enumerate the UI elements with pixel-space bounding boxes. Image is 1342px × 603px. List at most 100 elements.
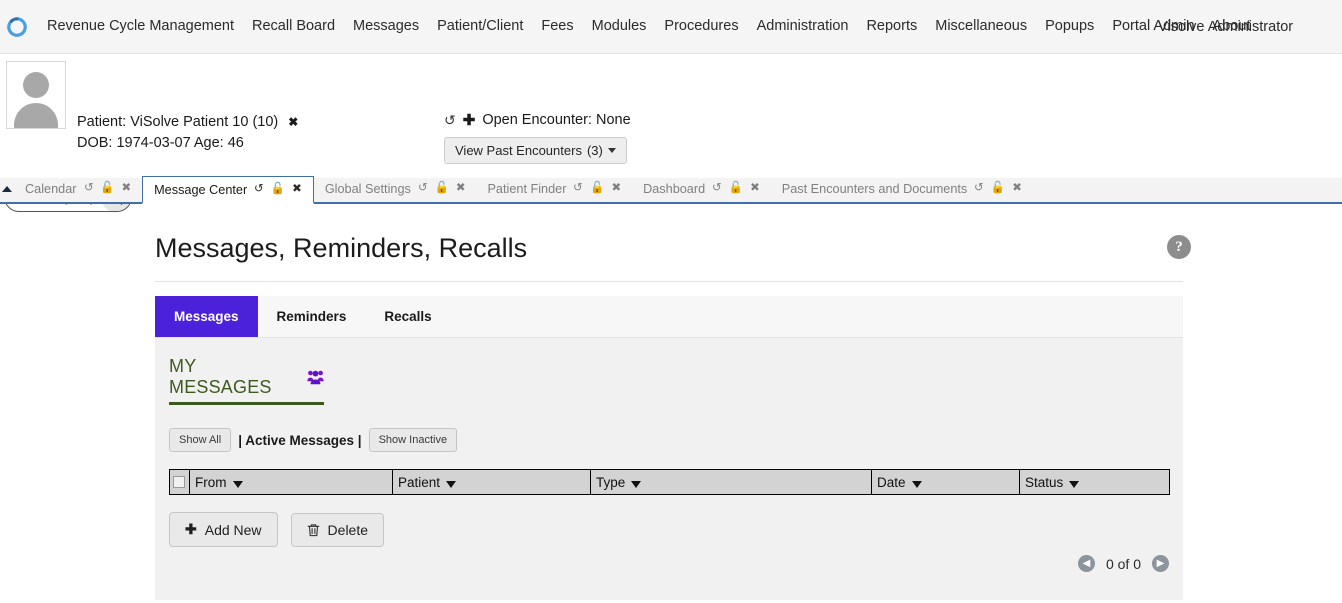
refresh-icon[interactable]: ↻ [254,183,264,196]
close-x-icon[interactable]: ✖ [1012,183,1022,195]
unlocked-padlock-icon[interactable]: 🔓 [100,183,114,195]
page-content: Messages, Reminders, Recalls ? Messages … [0,204,1342,600]
users-group-icon[interactable] [307,370,324,385]
nav-link-recall-board[interactable]: Recall Board [243,19,344,34]
window-tab-patient-finder[interactable]: Patient Finder ↻ 🔓 ✖ [476,176,632,202]
refresh-icon[interactable]: ↻ [418,182,428,195]
view-past-encounters-label: View Past Encounters [455,143,582,158]
view-past-encounters-button[interactable]: View Past Encounters (3) [444,137,627,164]
column-label: Date [877,474,906,490]
plus-icon[interactable]: ✚ [463,111,476,129]
show-inactive-button[interactable]: Show Inactive [368,428,458,452]
refresh-icon[interactable]: ↻ [712,182,722,195]
nav-link-reports[interactable]: Reports [857,19,926,34]
plus-icon: ✚ [185,521,197,537]
patient-info: Patient: ViSolve Patient 10 (10) ✖ DOB: … [77,112,298,154]
current-user-menu[interactable]: Visolve Administrator [1158,19,1293,35]
tab-label: Calendar [25,182,77,196]
close-x-icon[interactable]: ✖ [456,183,466,195]
close-x-icon[interactable]: ✖ [750,183,760,195]
view-past-encounters-count: (3) [586,143,603,158]
encounter-block: ↻ ✚ Open Encounter: None View Past Encou… [444,111,631,164]
tab-recalls[interactable]: Recalls [365,296,450,337]
unlocked-padlock-icon[interactable]: 🔓 [271,183,285,196]
close-x-icon[interactable]: ✖ [121,183,131,195]
unlocked-padlock-icon[interactable]: 🔓 [590,183,604,195]
refresh-icon[interactable]: ↻ [573,182,583,195]
page-header: Messages, Reminders, Recalls ? [155,232,1191,282]
add-new-button[interactable]: ✚ Add New [169,512,278,547]
window-tab-past-encounters-and-documents[interactable]: Past Encounters and Documents ↻ 🔓 ✖ [771,176,1033,202]
window-tab-global-settings[interactable]: Global Settings ↻ 🔓 ✖ [314,176,477,202]
top-navigation-bar: Revenue Cycle Management Recall Board Me… [0,0,1342,54]
avatar-body [14,103,58,128]
sort-descending-icon[interactable] [1069,480,1080,488]
window-tab-calendar[interactable]: Calendar ↻ 🔓 ✖ [14,176,142,202]
chevron-down-icon [607,148,616,153]
nav-link-revenue-cycle-management[interactable]: Revenue Cycle Management [38,19,243,34]
close-x-icon[interactable]: ✖ [292,183,302,196]
help-question-icon[interactable]: ? [1167,235,1191,259]
refresh-icon[interactable]: ↻ [444,112,456,129]
message-filter-row: Show All | Active Messages | Show Inacti… [169,428,1183,452]
tab-label: Past Encounters and Documents [781,182,968,196]
window-tab-dashboard[interactable]: Dashboard ↻ 🔓 ✖ [632,176,771,202]
table-header-patient[interactable]: Patient [392,469,591,495]
sort-descending-icon[interactable] [446,480,457,488]
nav-link-messages[interactable]: Messages [344,19,428,34]
select-all-checkbox[interactable] [173,476,185,488]
add-new-label: Add New [204,521,262,538]
nav-link-procedures[interactable]: Procedures [655,19,747,34]
patient-header-bar: Patient: ViSolve Patient 10 (10) ✖ DOB: … [0,54,1342,212]
chevron-left-circle-icon[interactable]: ◀ [1077,555,1095,572]
nav-link-fees[interactable]: Fees [532,19,582,34]
column-label: From [195,474,227,490]
unlocked-padlock-icon[interactable]: 🔓 [991,183,1005,195]
nav-link-popups[interactable]: Popups [1036,19,1103,34]
patient-name-label: Patient: ViSolve Patient 10 (10) [77,114,279,130]
table-header-type[interactable]: Type [590,469,872,495]
window-tab-message-center[interactable]: Message Center ↻ 🔓 ✖ [142,176,314,204]
table-header-select-all[interactable] [169,469,190,495]
refresh-icon[interactable]: ↻ [974,182,984,195]
section-tabs: Messages Reminders Recalls [155,296,1183,338]
table-header-from[interactable]: From [189,469,393,495]
nav-link-administration[interactable]: Administration [748,19,858,34]
sort-descending-icon[interactable] [232,480,243,488]
close-patient-icon[interactable]: ✖ [288,112,298,133]
show-all-button[interactable]: Show All [169,428,232,452]
tab-reminders[interactable]: Reminders [258,296,366,337]
delete-button[interactable]: Delete [290,512,385,547]
column-label: Status [1025,474,1064,490]
messages-table: From Patient Type Date Status [169,469,1170,495]
window-tab-strip: Calendar ↻ 🔓 ✖ Message Center ↻ 🔓 ✖ Glob… [0,176,1342,204]
section-title: MY MESSAGES [169,356,272,397]
sort-descending-icon[interactable] [631,480,642,488]
column-label: Patient [398,474,441,490]
tab-messages[interactable]: Messages [155,296,258,337]
table-header-status[interactable]: Status [1019,469,1170,495]
column-label: Type [596,474,626,490]
open-encounter-label: Open Encounter: None [482,112,631,128]
close-x-icon[interactable]: ✖ [611,183,621,195]
circular-spinner-logo[interactable] [6,16,28,38]
table-header-date[interactable]: Date [871,469,1020,495]
tab-label: Global Settings [324,182,411,196]
my-messages-header: MY MESSAGES [169,356,324,405]
active-messages-label: | Active Messages | [238,432,362,448]
nav-link-patient-client[interactable]: Patient/Client [428,19,532,34]
unlocked-padlock-icon[interactable]: 🔓 [435,183,449,195]
avatar-head [23,72,49,98]
avatar [6,61,66,129]
tab-label: Message Center [154,182,248,197]
unlocked-padlock-icon[interactable]: 🔓 [729,183,743,195]
nav-link-modules[interactable]: Modules [583,19,656,34]
refresh-icon[interactable]: ↻ [84,182,94,195]
triangle-up-icon[interactable] [0,176,14,202]
tab-label: Patient Finder [487,182,567,196]
nav-link-miscellaneous[interactable]: Miscellaneous [926,19,1036,34]
sort-descending-icon[interactable] [911,480,922,488]
table-action-row: ✚ Add New Delete [169,512,1183,547]
chevron-right-circle-icon[interactable]: ▶ [1152,555,1169,572]
my-messages-panel: MY MESSAGES Show All | Active Messages |… [155,338,1183,600]
